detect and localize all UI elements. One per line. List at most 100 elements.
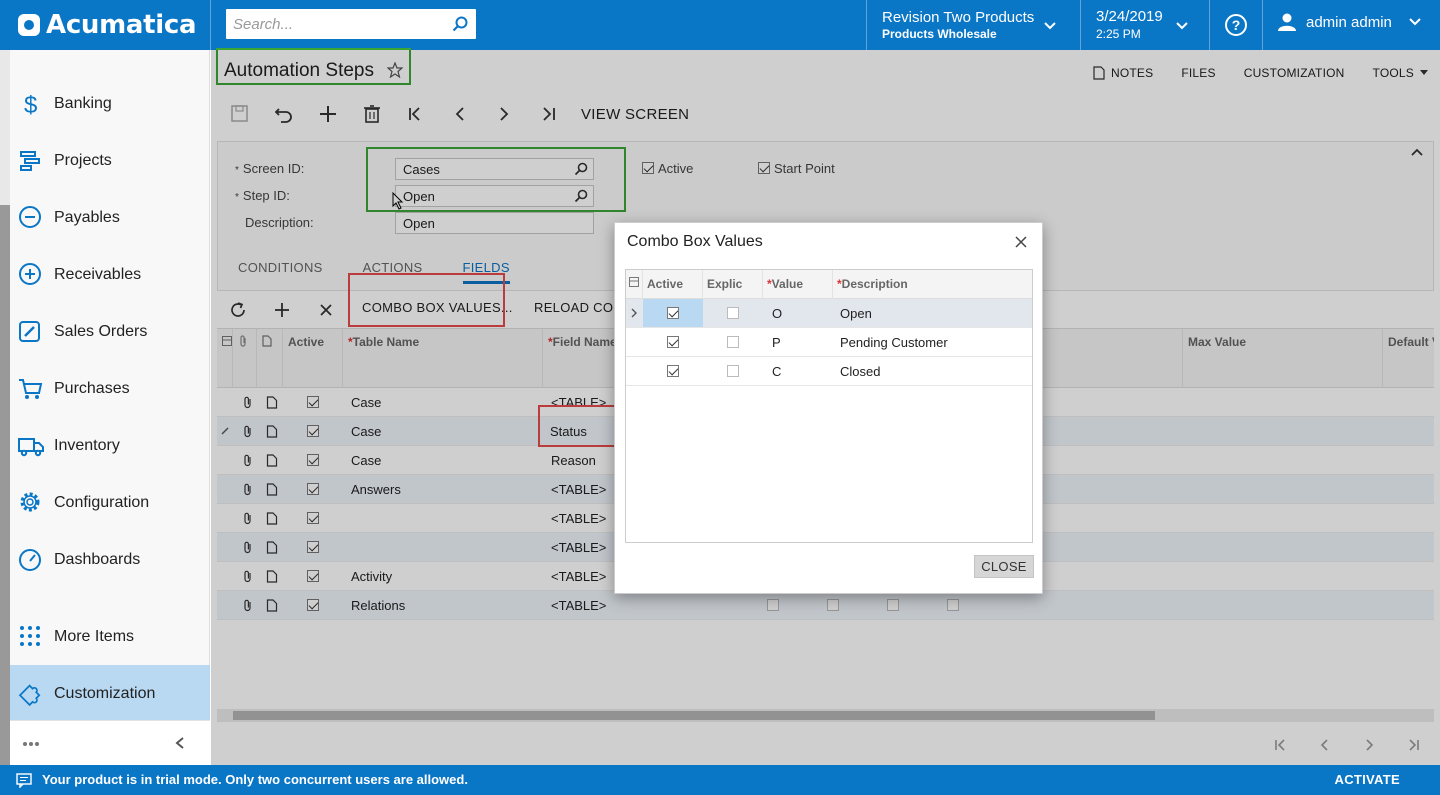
delete-icon[interactable] xyxy=(361,103,383,125)
more-dots-icon[interactable] xyxy=(22,741,40,747)
value-explicit-checkbox[interactable] xyxy=(727,307,739,319)
paperclip-icon[interactable] xyxy=(242,570,254,583)
row-active-checkbox[interactable] xyxy=(307,512,319,524)
field-name-cell[interactable]: <TABLE> xyxy=(551,511,606,526)
row-active-checkbox[interactable] xyxy=(307,483,319,495)
sidebar-item-more-items[interactable]: More Items xyxy=(10,608,210,665)
files-link[interactable]: FILES xyxy=(1181,66,1215,80)
refresh-icon[interactable] xyxy=(229,301,247,319)
column-explicit[interactable]: Explic xyxy=(703,270,763,299)
sidebar-item-payables[interactable]: Payables xyxy=(10,189,210,246)
column-description[interactable]: *Description xyxy=(833,270,1034,299)
table-name-cell[interactable]: Case xyxy=(351,453,381,468)
description-cell[interactable]: Open xyxy=(840,306,872,321)
sidebar-item-configuration[interactable]: Configuration xyxy=(10,474,210,531)
column-active[interactable]: Active xyxy=(643,270,703,299)
last-page-icon[interactable] xyxy=(1404,736,1422,754)
value-active-checkbox[interactable] xyxy=(667,365,679,377)
chevron-down-icon[interactable] xyxy=(1043,19,1057,33)
column-settings[interactable] xyxy=(217,329,233,388)
paperclip-icon[interactable] xyxy=(242,454,254,467)
chevron-down-icon[interactable] xyxy=(1175,19,1189,33)
list-item[interactable]: C Closed xyxy=(626,357,1032,386)
paperclip-icon[interactable] xyxy=(242,425,254,438)
sidebar-item-sales-orders[interactable]: Sales Orders xyxy=(10,303,210,360)
next-record-icon[interactable] xyxy=(493,103,515,125)
description-cell[interactable]: Closed xyxy=(840,364,880,379)
help-icon[interactable]: ? xyxy=(1225,14,1247,36)
field-name-cell[interactable]: <TABLE> xyxy=(551,598,606,613)
field-name-cell[interactable]: <TABLE> xyxy=(551,540,606,555)
paperclip-icon[interactable] xyxy=(242,599,254,612)
table-name-cell[interactable]: Case xyxy=(351,395,381,410)
sidebar-item-projects[interactable]: Projects xyxy=(10,132,210,189)
value-explicit-checkbox[interactable] xyxy=(727,336,739,348)
value-explicit-checkbox[interactable] xyxy=(727,365,739,377)
add-icon[interactable] xyxy=(317,103,339,125)
sidebar-item-banking[interactable]: $ Banking xyxy=(10,75,210,132)
acumatica-logo[interactable]: Acumatica xyxy=(18,10,197,40)
notes-link[interactable]: NOTES xyxy=(1093,66,1153,80)
sidebar-item-inventory[interactable]: Inventory xyxy=(10,417,210,474)
note-icon[interactable] xyxy=(266,599,278,612)
table-name-cell[interactable]: Answers xyxy=(351,482,401,497)
list-item[interactable]: P Pending Customer xyxy=(626,328,1032,357)
row-active-checkbox[interactable] xyxy=(307,541,319,553)
paperclip-icon[interactable] xyxy=(242,541,254,554)
last-record-icon[interactable] xyxy=(537,103,559,125)
reload-button[interactable]: RELOAD CON xyxy=(534,300,623,315)
row-option-checkbox[interactable] xyxy=(767,599,779,611)
close-icon[interactable] xyxy=(1014,235,1028,249)
column-default-value[interactable]: Default V xyxy=(1383,329,1434,388)
note-icon[interactable] xyxy=(266,454,278,467)
paperclip-icon[interactable] xyxy=(242,512,254,525)
sidebar-item-purchases[interactable]: Purchases xyxy=(10,360,210,417)
row-option-checkbox[interactable] xyxy=(947,599,959,611)
user-menu[interactable]: admin admin xyxy=(1278,13,1422,31)
value-active-checkbox[interactable] xyxy=(667,336,679,348)
description-field[interactable]: Open xyxy=(395,212,594,234)
note-icon[interactable] xyxy=(266,396,278,409)
row-active-checkbox[interactable] xyxy=(307,454,319,466)
activate-button[interactable]: ACTIVATE xyxy=(1335,772,1400,787)
previous-record-icon[interactable] xyxy=(449,103,471,125)
delete-row-icon[interactable] xyxy=(317,301,335,319)
tools-menu[interactable]: TOOLS xyxy=(1373,66,1428,80)
field-name-cell[interactable]: <TABLE> xyxy=(551,569,606,584)
sidebar-item-customization[interactable]: Customization xyxy=(10,665,210,722)
value-cell[interactable]: O xyxy=(772,306,782,321)
search-icon[interactable] xyxy=(452,16,468,32)
tab-conditions[interactable]: CONDITIONS xyxy=(238,260,323,284)
table-name-cell[interactable]: Activity xyxy=(351,569,392,584)
collapse-icon[interactable] xyxy=(1411,148,1423,156)
column-active[interactable]: Active xyxy=(283,329,343,388)
description-cell[interactable]: Pending Customer xyxy=(840,335,948,350)
note-icon[interactable] xyxy=(266,483,278,496)
save-icon[interactable] xyxy=(229,103,251,125)
table-name-cell[interactable]: Case xyxy=(351,424,381,439)
company-selector[interactable]: Revision Two Products Products Wholesale xyxy=(882,9,1034,41)
start-point-checkbox[interactable] xyxy=(758,162,770,174)
field-name-cell[interactable]: Reason xyxy=(551,453,596,468)
customization-link[interactable]: CUSTOMIZATION xyxy=(1244,66,1345,80)
horizontal-scrollbar[interactable] xyxy=(217,709,1434,722)
sidebar-scrollbar[interactable] xyxy=(0,205,10,765)
add-row-icon[interactable] xyxy=(273,301,291,319)
table-row[interactable]: Relations <TABLE> xyxy=(217,591,1434,620)
column-settings[interactable] xyxy=(626,270,643,299)
undo-icon[interactable] xyxy=(273,103,295,125)
collapse-sidebar-icon[interactable] xyxy=(174,736,186,750)
table-name-cell[interactable]: Relations xyxy=(351,598,405,613)
row-option-checkbox[interactable] xyxy=(887,599,899,611)
note-icon[interactable] xyxy=(266,541,278,554)
value-cell[interactable]: P xyxy=(772,335,781,350)
column-value[interactable]: *Value xyxy=(763,270,833,299)
row-active-checkbox[interactable] xyxy=(307,425,319,437)
search-box[interactable] xyxy=(226,9,476,39)
first-page-icon[interactable] xyxy=(1272,736,1290,754)
paperclip-icon[interactable] xyxy=(242,396,254,409)
note-icon[interactable] xyxy=(266,512,278,525)
list-item[interactable]: O Open xyxy=(626,299,1032,328)
view-screen-button[interactable]: VIEW SCREEN xyxy=(581,106,689,123)
field-name-cell[interactable]: <TABLE> xyxy=(551,482,606,497)
